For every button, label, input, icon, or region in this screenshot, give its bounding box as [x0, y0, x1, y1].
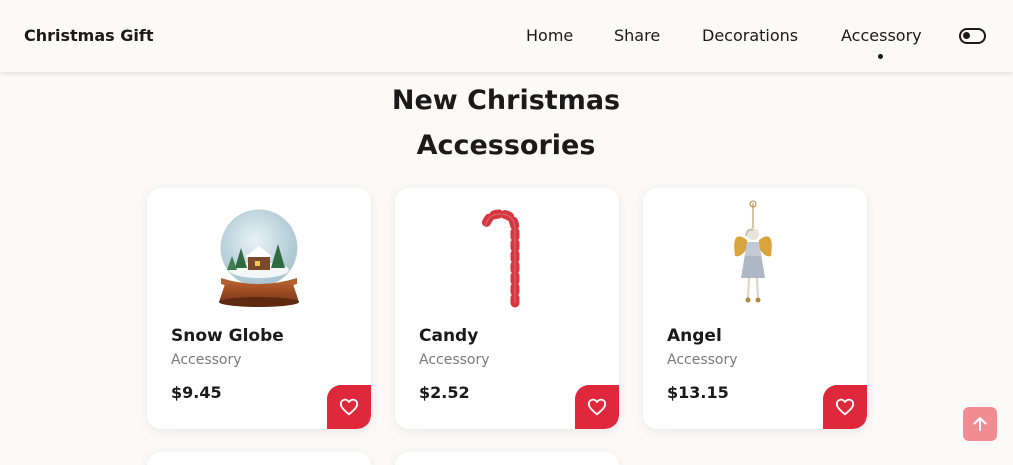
product-category: Accessory: [419, 352, 490, 368]
nav-accessory-link[interactable]: Accessory: [841, 26, 922, 45]
active-nav-indicator: [878, 54, 883, 59]
product-name[interactable]: Snow Globe: [171, 326, 284, 346]
heart-icon: [587, 398, 607, 416]
theme-toggle-icon[interactable]: [959, 28, 986, 44]
heart-icon: [339, 398, 359, 416]
section-title: New Christmas Accessories: [356, 78, 656, 168]
product-price: $13.15: [667, 383, 729, 402]
favorite-button[interactable]: [823, 385, 867, 429]
product-card[interactable]: Angel Accessory $13.15: [643, 188, 867, 429]
section-title-line-2: Accessories: [416, 130, 596, 161]
candy-cane-icon: [480, 209, 520, 308]
product-card[interactable]: [147, 452, 371, 465]
heart-icon: [835, 398, 855, 416]
product-card[interactable]: Candy Accessory $2.52: [395, 188, 619, 429]
favorite-button[interactable]: [575, 385, 619, 429]
scroll-to-top-button[interactable]: [963, 407, 997, 441]
nav-share-link[interactable]: Share: [614, 26, 660, 45]
section-title-line-1: New Christmas: [391, 85, 621, 116]
angel-ornament-icon: [734, 200, 772, 303]
product-category: Accessory: [667, 352, 738, 368]
snow-globe-icon: [219, 209, 299, 307]
product-card[interactable]: [395, 452, 619, 465]
product-category: Accessory: [171, 352, 242, 368]
arrow-up-icon: [973, 417, 987, 431]
product-name[interactable]: Angel: [667, 326, 722, 346]
product-name[interactable]: Candy: [419, 326, 478, 346]
product-price: $9.45: [171, 383, 222, 402]
favorite-button[interactable]: [327, 385, 371, 429]
product-card[interactable]: Snow Globe Accessory $9.45: [147, 188, 371, 429]
product-price: $2.52: [419, 383, 470, 402]
site-header: Christmas Gift Home Share Decorations Ac…: [0, 0, 1013, 72]
nav-home-link[interactable]: Home: [526, 26, 573, 45]
nav-decorations-link[interactable]: Decorations: [702, 26, 798, 45]
toggle-knob: [963, 32, 970, 39]
main-nav: Home Share Decorations Accessory: [0, 26, 1013, 66]
